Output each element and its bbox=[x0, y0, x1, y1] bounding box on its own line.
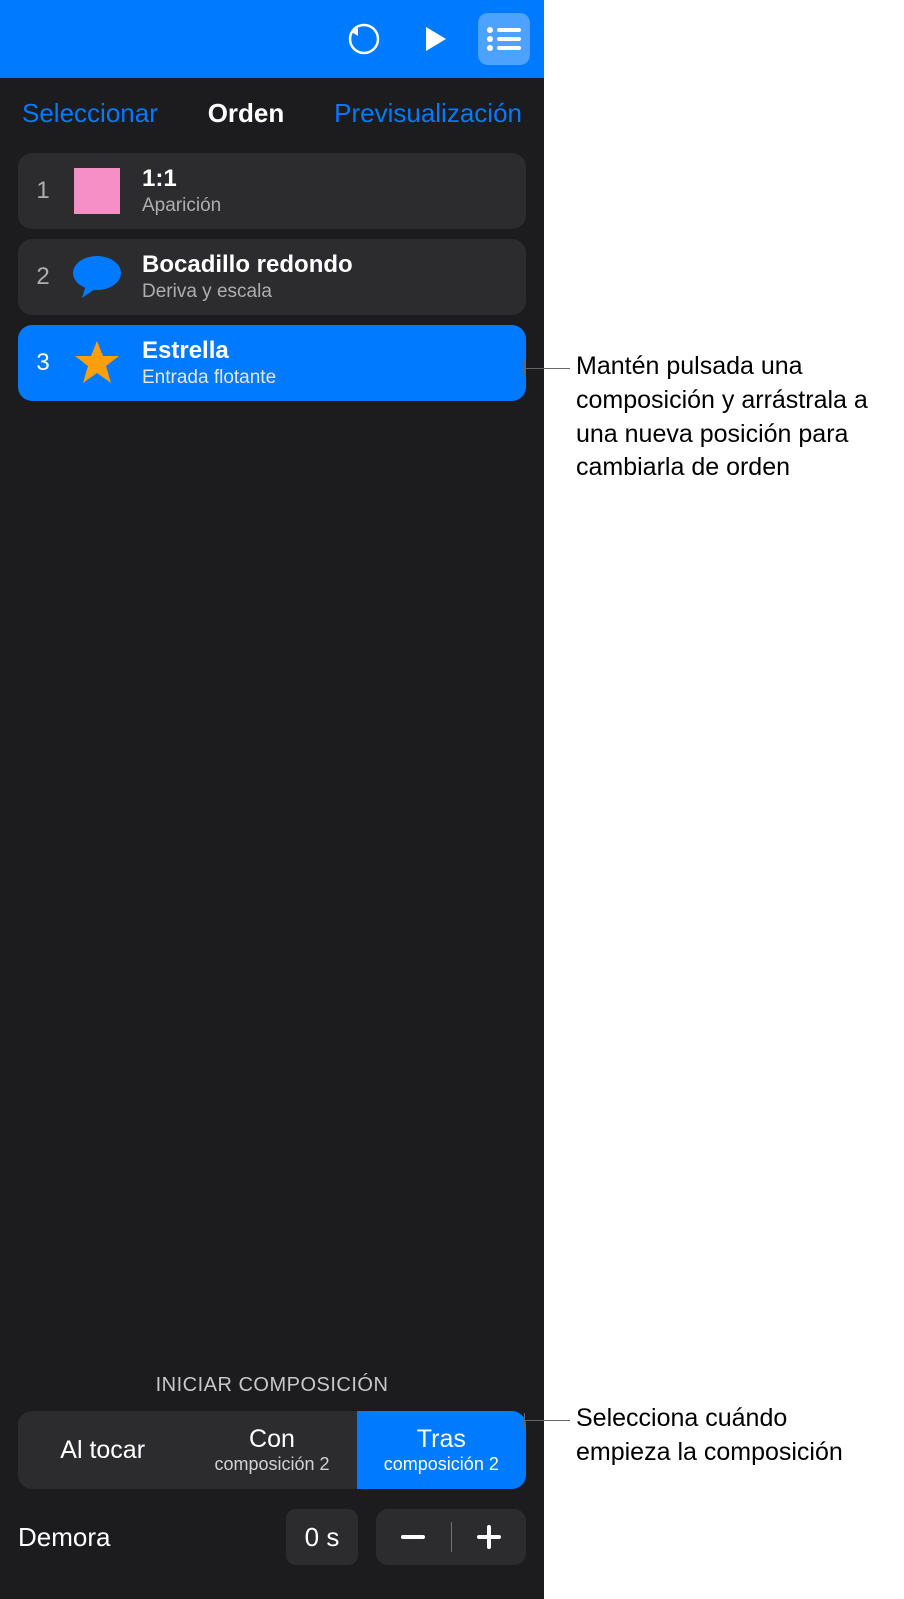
minus-icon bbox=[401, 1535, 425, 1539]
tab-select[interactable]: Seleccionar bbox=[22, 98, 158, 129]
callout-leader-line bbox=[524, 368, 570, 369]
build-list: 1 1:1 Aparición 2 Bocadillo redondo Deri… bbox=[0, 153, 544, 411]
build-title: 1:1 bbox=[142, 165, 221, 193]
tab-preview[interactable]: Previsualización bbox=[334, 98, 522, 129]
square-shape-icon bbox=[72, 166, 122, 216]
animation-panel: Seleccionar Orden Previsualización 1 1:1… bbox=[0, 0, 544, 1599]
segment-after-build[interactable]: Tras composición 2 bbox=[357, 1411, 526, 1489]
build-row[interactable]: 1 1:1 Aparición bbox=[18, 153, 526, 229]
build-subtitle: Deriva y escala bbox=[142, 281, 353, 303]
segment-label: Tras bbox=[417, 1425, 466, 1454]
stepper-decrement[interactable] bbox=[376, 1509, 451, 1565]
plus-icon bbox=[477, 1525, 501, 1549]
view-tabs: Seleccionar Orden Previsualización bbox=[0, 78, 544, 153]
build-row[interactable]: 2 Bocadillo redondo Deriva y escala bbox=[18, 239, 526, 315]
tab-order[interactable]: Orden bbox=[208, 98, 285, 129]
callout-leader-tick bbox=[524, 361, 525, 375]
callout-reorder: Mantén pulsada una composición y arrástr… bbox=[576, 350, 886, 485]
toolbar bbox=[0, 0, 544, 78]
play-icon bbox=[420, 25, 448, 53]
segment-label: Al tocar bbox=[60, 1436, 145, 1465]
delay-stepper bbox=[376, 1509, 526, 1565]
speech-bubble-icon bbox=[72, 252, 122, 302]
segment-on-tap[interactable]: Al tocar bbox=[18, 1411, 187, 1489]
segment-label: Con bbox=[249, 1425, 295, 1454]
build-index: 2 bbox=[34, 263, 52, 291]
build-subtitle: Aparición bbox=[142, 195, 221, 217]
segment-with-build[interactable]: Con composición 2 bbox=[187, 1411, 356, 1489]
delay-row: Demora 0 s bbox=[18, 1509, 526, 1565]
callout-start: Selecciona cuándo empieza la composición bbox=[576, 1402, 886, 1470]
segment-sublabel: composición 2 bbox=[384, 1454, 499, 1475]
list-icon bbox=[486, 25, 522, 53]
start-segmented-control: Al tocar Con composición 2 Tras composic… bbox=[18, 1411, 526, 1489]
list-button[interactable] bbox=[478, 13, 530, 65]
section-heading: INICIAR COMPOSICIÓN bbox=[18, 1374, 526, 1397]
build-index: 3 bbox=[34, 349, 52, 377]
delay-value-field[interactable]: 0 s bbox=[286, 1509, 358, 1565]
build-subtitle: Entrada flotante bbox=[142, 367, 276, 389]
delay-label: Demora bbox=[18, 1522, 268, 1553]
callout-leader-line bbox=[524, 1420, 570, 1421]
stepper-increment[interactable] bbox=[452, 1509, 527, 1565]
star-icon bbox=[72, 338, 122, 388]
segment-sublabel: composición 2 bbox=[214, 1454, 329, 1475]
undo-icon bbox=[347, 22, 381, 56]
build-index: 1 bbox=[34, 177, 52, 205]
build-title: Bocadillo redondo bbox=[142, 251, 353, 279]
undo-button[interactable] bbox=[338, 13, 390, 65]
callout-leader-tick bbox=[524, 1413, 525, 1427]
start-build-section: INICIAR COMPOSICIÓN Al tocar Con composi… bbox=[0, 1374, 544, 1599]
play-button[interactable] bbox=[408, 13, 460, 65]
build-title: Estrella bbox=[142, 337, 276, 365]
build-row-selected[interactable]: 3 Estrella Entrada flotante bbox=[18, 325, 526, 401]
